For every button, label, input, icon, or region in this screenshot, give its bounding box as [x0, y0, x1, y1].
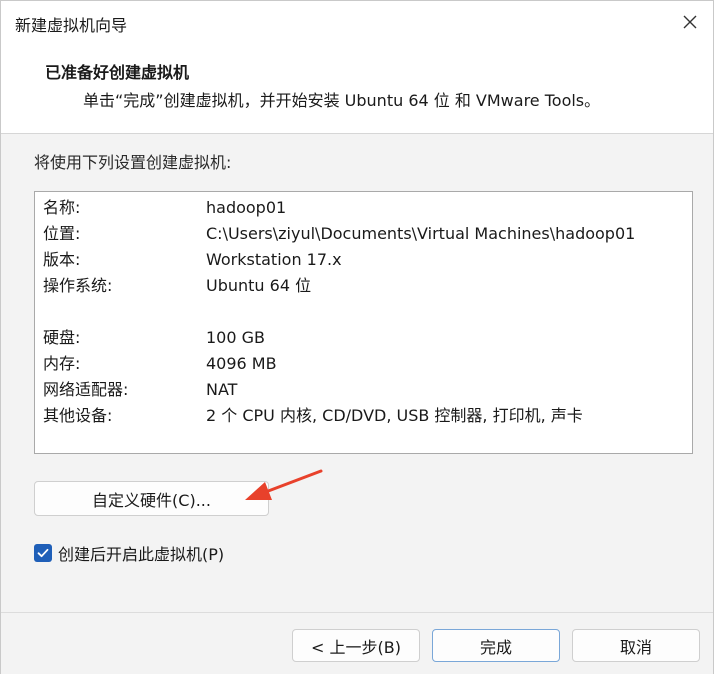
setting-value: 100 GB — [206, 328, 265, 347]
setting-value: 4096 MB — [206, 354, 277, 373]
setting-value: hadoop01 — [206, 198, 287, 217]
setting-key: 位置: — [43, 224, 81, 243]
settings-intro-label: 将使用下列设置创建虚拟机: — [34, 153, 232, 172]
setting-value: Ubuntu 64 位 — [206, 276, 312, 295]
power-on-checkbox-row[interactable]: 创建后开启此虚拟机(P) — [34, 542, 224, 564]
setting-value: C:\Users\ziyul\Documents\Virtual Machine… — [206, 224, 636, 243]
setting-key: 网络适配器: — [43, 380, 129, 399]
setting-key: 硬盘: — [43, 328, 81, 347]
power-on-checkbox[interactable] — [34, 544, 52, 562]
finish-button[interactable]: 完成 — [432, 629, 560, 662]
setting-key: 内存: — [43, 354, 81, 373]
settings-summary-box: 名称: hadoop01 位置: C:\Users\ziyul\Document… — [34, 191, 693, 454]
setting-key: 名称: — [43, 198, 81, 217]
close-icon — [683, 15, 697, 29]
window-title: 新建虚拟机向导 — [15, 16, 128, 35]
power-on-checkbox-label: 创建后开启此虚拟机(P) — [58, 545, 225, 564]
setting-value: Workstation 17.x — [206, 250, 342, 269]
setting-key: 其他设备: — [43, 406, 113, 425]
page-subtitle: 单击“完成”创建虚拟机，并开始安装 Ubuntu 64 位 和 VMware T… — [83, 91, 601, 110]
new-vm-wizard-window: 新建虚拟机向导 已准备好创建虚拟机 单击“完成”创建虚拟机，并开始安装 Ubun… — [0, 0, 714, 674]
customize-hardware-button[interactable]: 自定义硬件(C)... — [34, 481, 269, 516]
back-button[interactable]: < 上一步(B) — [292, 629, 420, 662]
checkmark-icon — [37, 548, 49, 558]
page-title: 已准备好创建虚拟机 — [45, 63, 190, 82]
setting-key: 版本: — [43, 250, 81, 269]
close-button[interactable] — [675, 7, 705, 37]
wizard-header: 已准备好创建虚拟机 单击“完成”创建虚拟机，并开始安装 Ubuntu 64 位 … — [1, 45, 713, 134]
setting-value: 2 个 CPU 内核, CD/DVD, USB 控制器, 打印机, 声卡 — [206, 406, 583, 425]
setting-value: NAT — [206, 380, 238, 399]
setting-key: 操作系统: — [43, 276, 113, 295]
wizard-footer: < 上一步(B) 完成 取消 — [1, 612, 713, 674]
title-bar: 新建虚拟机向导 — [1, 1, 713, 45]
cancel-button[interactable]: 取消 — [572, 629, 700, 662]
